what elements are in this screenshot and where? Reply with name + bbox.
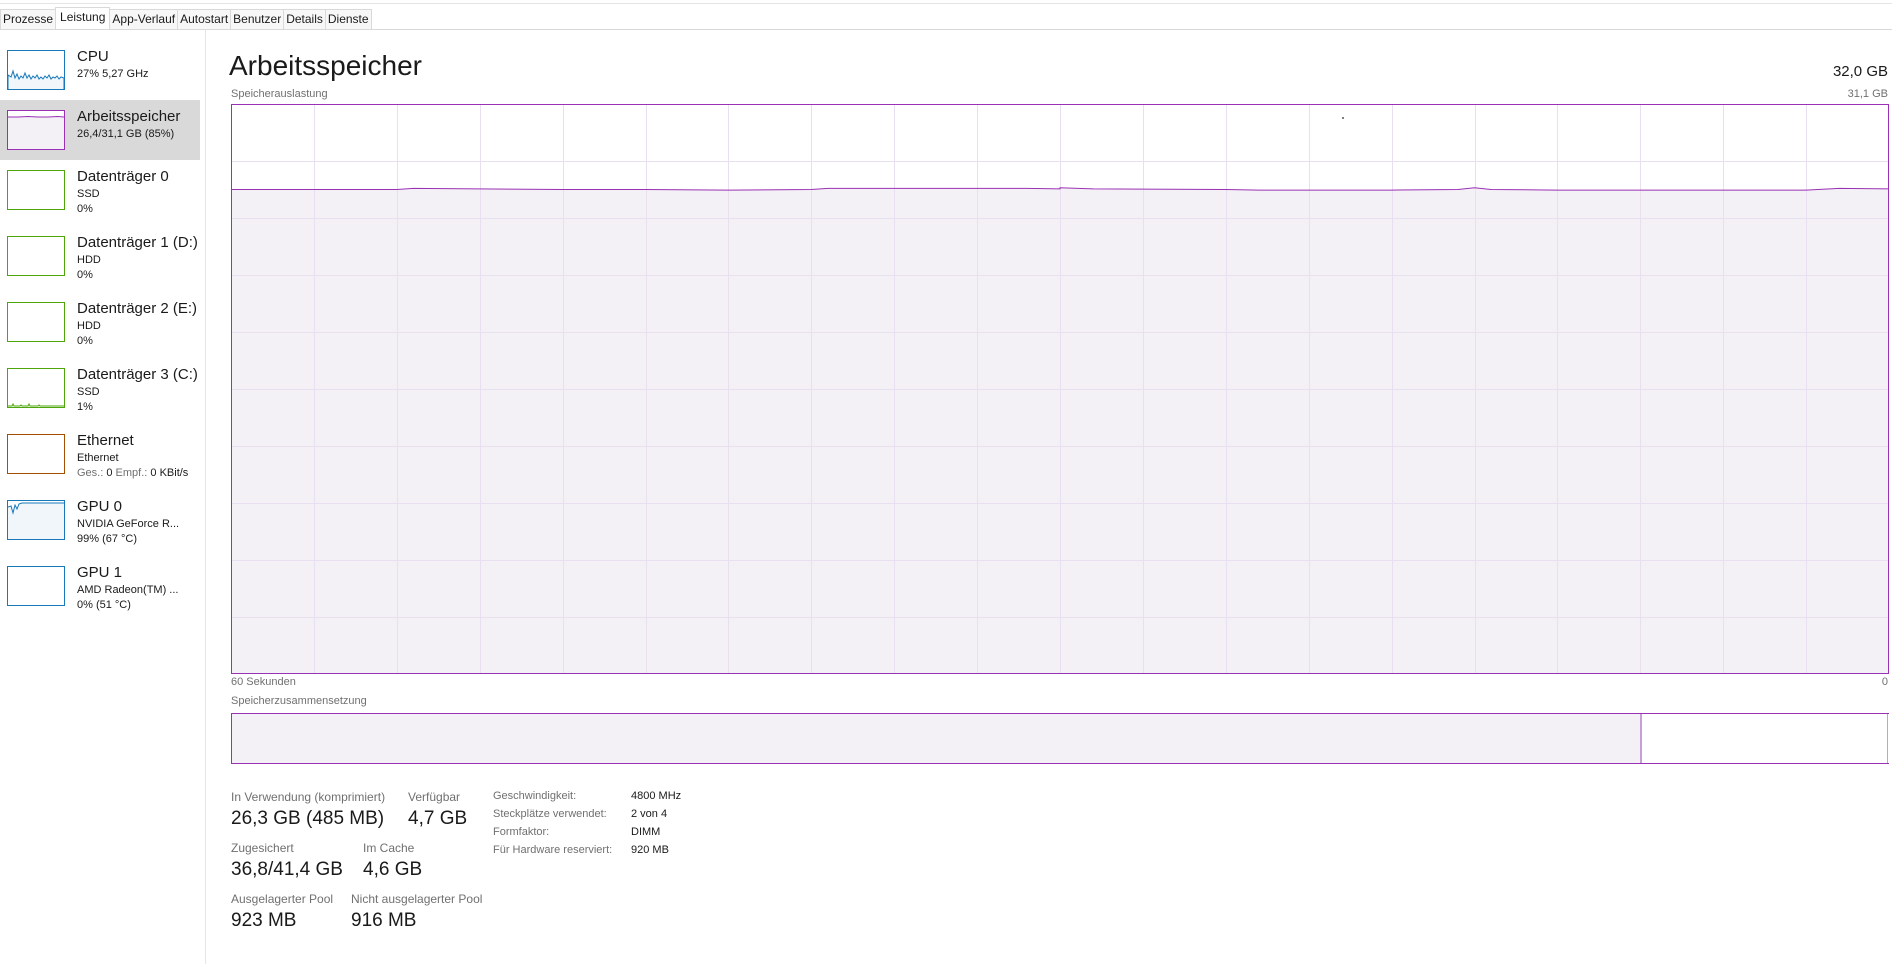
form-factor-value: DIMM xyxy=(631,826,661,838)
available-label: Verfügbar xyxy=(408,790,461,804)
composition-label: Speicherzusammensetzung xyxy=(231,695,367,707)
paged-pool-label: Ausgelagerter Pool xyxy=(231,892,334,906)
slots-label: Steckplätze verwendet: xyxy=(493,808,607,820)
send-value: 0 xyxy=(106,467,113,479)
sidebar-sub: AMD Radeon(TM) ... xyxy=(77,584,179,596)
disk-2-thumbnail-graph xyxy=(7,302,65,342)
sidebar-title: Datenträger 2 (E:) xyxy=(77,300,198,317)
sidebar-title: Ethernet xyxy=(77,432,134,449)
sidebar-sub2: 0% xyxy=(77,269,93,281)
sidebar-title: Datenträger 3 (C:) xyxy=(77,366,198,383)
sidebar-sub2: 0% xyxy=(77,335,93,347)
sidebar-item-gpu-0[interactable]: GPU 0 NVIDIA GeForce R... 99% (67 °C) xyxy=(0,490,200,550)
in-use-label: In Verwendung (komprimiert) xyxy=(231,790,386,804)
gpu-1-thumbnail-graph xyxy=(7,566,65,606)
paged-pool-value: 923 MB xyxy=(231,910,297,931)
sidebar-item-disk-2[interactable]: Datenträger 2 (E:) HDD 0% xyxy=(0,292,200,352)
composition-free xyxy=(1887,714,1889,763)
sidebar-sub: 27% 5,27 GHz xyxy=(77,68,149,80)
sidebar-sub2: 0% (51 °C) xyxy=(77,599,131,611)
hardware-reserved-value: 920 MB xyxy=(631,844,669,856)
sidebar-title: CPU xyxy=(77,48,109,65)
memory-composition-bar xyxy=(231,713,1889,764)
memory-detail-panel: Arbeitsspeicher 32,0 GB Speicherauslastu… xyxy=(206,30,1892,964)
sidebar-sub: HDD xyxy=(77,254,101,266)
tab-performance[interactable]: Leistung xyxy=(55,7,111,29)
sidebar-title: Arbeitsspeicher xyxy=(77,108,181,125)
sidebar-title: GPU 0 xyxy=(77,498,123,515)
sidebar-title: GPU 1 xyxy=(77,564,123,581)
available-value: 4,7 GB xyxy=(408,808,468,829)
tab-users[interactable]: Benutzer xyxy=(230,9,285,29)
sidebar-sub2: 99% (67 °C) xyxy=(77,533,138,545)
in-use-value: 26,3 GB (485 MB) xyxy=(231,808,385,829)
hardware-reserved-label: Für Hardware reserviert: xyxy=(493,844,613,856)
disk-3-thumbnail-graph xyxy=(7,368,65,408)
time-axis-start: 60 Sekunden xyxy=(231,676,296,688)
sidebar-sub: SSD xyxy=(77,386,100,398)
sidebar-sub2: 1% xyxy=(77,401,93,413)
tab-details[interactable]: Details xyxy=(283,9,326,29)
receive-label: Empf.: xyxy=(115,467,148,479)
tab-processes[interactable]: Prozesse xyxy=(0,9,57,29)
ethernet-throughput: Ges.: 0 Empf.: 0 KBit/s xyxy=(77,467,188,479)
sidebar-item-disk-3[interactable]: Datenträger 3 (C:) SSD 1% xyxy=(0,358,200,418)
sidebar-item-cpu[interactable]: CPU 27% 5,27 GHz xyxy=(0,40,200,100)
tab-services[interactable]: Dienste xyxy=(324,9,372,29)
ethernet-thumbnail-graph xyxy=(7,434,65,474)
sidebar-sub2: 0% xyxy=(77,203,93,215)
memory-thumbnail-graph xyxy=(7,110,65,150)
sidebar-sub: HDD xyxy=(77,320,101,332)
graph-max-label: 31,1 GB xyxy=(1847,88,1888,100)
resource-sidebar: CPU 27% 5,27 GHz Arbeitsspeicher 26,4/31… xyxy=(0,30,206,964)
sidebar-sub: SSD xyxy=(77,188,100,200)
sidebar-item-ethernet[interactable]: Ethernet Ethernet Ges.: 0 Empf.: 0 KBit/… xyxy=(0,424,200,484)
total-capacity: 32,0 GB xyxy=(1832,63,1888,80)
title-divider xyxy=(0,3,1892,4)
nonpaged-pool-value: 916 MB xyxy=(351,910,417,931)
speed-label: Geschwindigkeit: xyxy=(493,790,577,802)
composition-in-use xyxy=(232,714,1642,763)
cached-value: 4,6 GB xyxy=(363,859,423,880)
sidebar-item-disk-1[interactable]: Datenträger 1 (D:) HDD 0% xyxy=(0,226,200,286)
form-factor-label: Formfaktor: xyxy=(493,826,550,838)
tab-app-history[interactable]: App-Verlauf xyxy=(109,9,179,29)
sidebar-item-disk-0[interactable]: Datenträger 0 SSD 0% xyxy=(0,160,200,220)
disk-0-thumbnail-graph xyxy=(7,170,65,210)
graph-label: Speicherauslastung xyxy=(231,88,328,100)
speed-value: 4800 MHz xyxy=(631,790,682,802)
sidebar-sub: NVIDIA GeForce R... xyxy=(77,518,180,530)
tab-list: Prozesse Leistung App-Verlauf Autostart … xyxy=(0,7,372,30)
committed-label: Zugesichert xyxy=(231,841,294,855)
sidebar-title: Datenträger 0 xyxy=(77,168,169,185)
cpu-thumbnail-graph xyxy=(7,50,65,90)
tab-bar: Prozesse Leistung App-Verlauf Autostart … xyxy=(0,0,1892,30)
send-label: Ges.: xyxy=(77,467,104,479)
memory-usage-graph xyxy=(231,104,1889,674)
sidebar-sub: Ethernet xyxy=(77,452,119,464)
nonpaged-pool-label: Nicht ausgelagerter Pool xyxy=(351,892,483,906)
sidebar-title: Datenträger 1 (D:) xyxy=(77,234,198,251)
slots-value: 2 von 4 xyxy=(631,808,668,820)
gpu-0-thumbnail-graph xyxy=(7,500,65,540)
sidebar-item-memory[interactable]: Arbeitsspeicher 26,4/31,1 GB (85%) xyxy=(0,100,200,160)
page-title: Arbeitsspeicher xyxy=(229,50,422,81)
committed-value: 36,8/41,4 GB xyxy=(231,859,343,880)
cached-label: Im Cache xyxy=(363,841,415,855)
receive-value: 0 KBit/s xyxy=(150,467,189,479)
tab-startup[interactable]: Autostart xyxy=(177,9,232,29)
time-axis-end: 0 xyxy=(1881,676,1888,688)
composition-standby xyxy=(1642,714,1887,763)
sidebar-item-gpu-1[interactable]: GPU 1 AMD Radeon(TM) ... 0% (51 °C) xyxy=(0,556,200,616)
disk-1-thumbnail-graph xyxy=(7,236,65,276)
sidebar-sub: 26,4/31,1 GB (85%) xyxy=(77,128,175,140)
